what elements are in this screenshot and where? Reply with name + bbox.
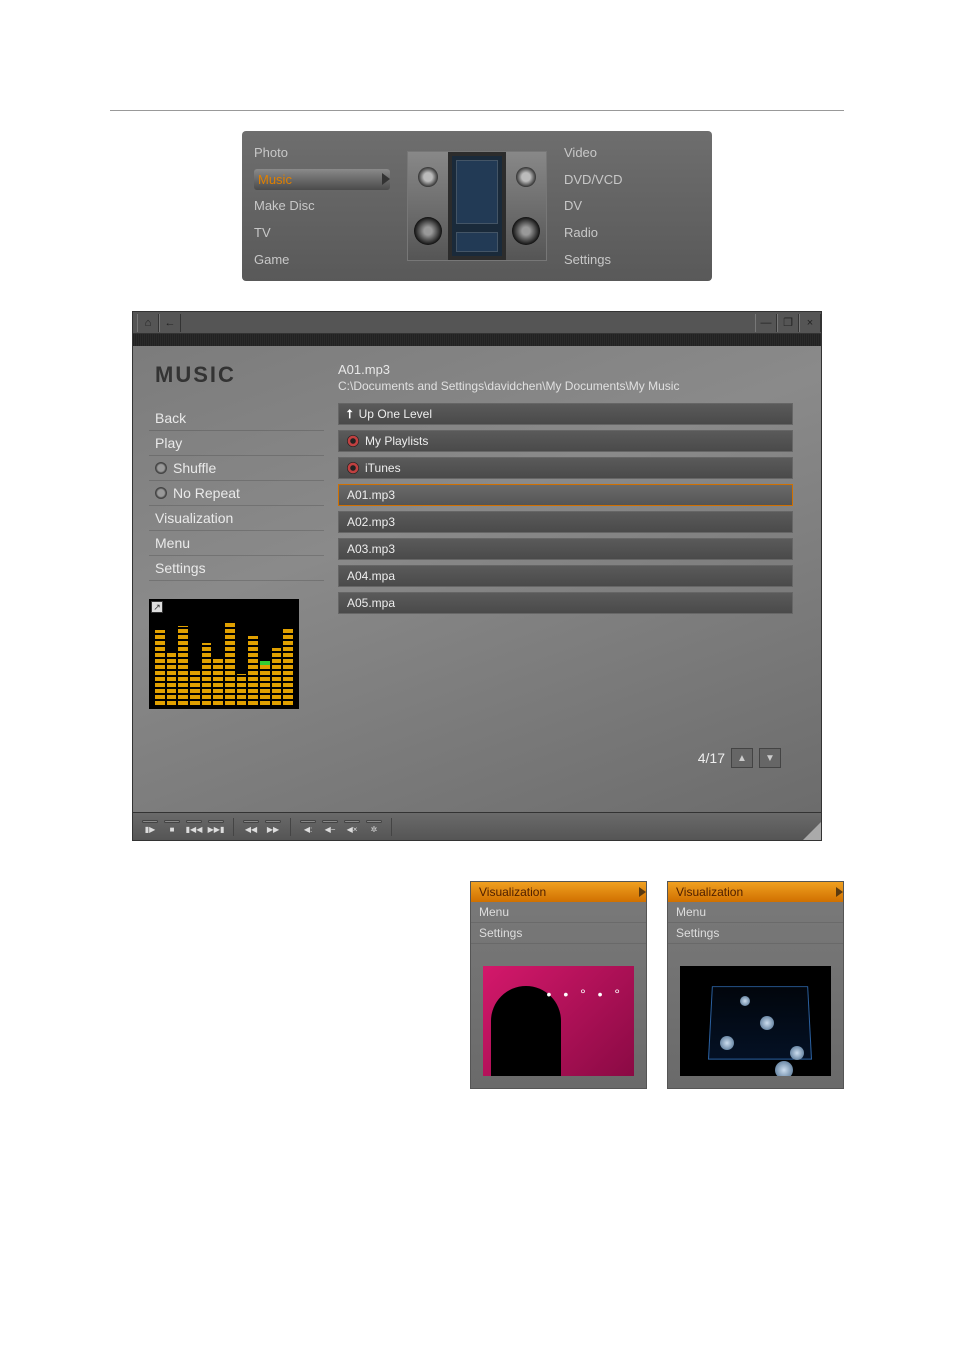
menu-makedisc[interactable]: Make Disc (254, 195, 390, 216)
list-item-itunes[interactable]: iTunes (338, 457, 793, 479)
fastforward-button[interactable]: ▶▶ (262, 818, 284, 836)
list-item-label: Up One Level (359, 407, 432, 421)
list-item-label: A04.mpa (347, 569, 395, 583)
side-menu-item[interactable]: Menu (149, 531, 324, 556)
list-item-up[interactable]: ⭡ Up One Level (338, 403, 793, 425)
resize-grip-icon[interactable] (803, 822, 821, 840)
page-down-icon[interactable]: ▼ (759, 748, 781, 768)
list-item-playlists[interactable]: My Playlists (338, 430, 793, 452)
expand-icon[interactable]: ↗ (151, 601, 163, 613)
viz-thumb-1[interactable] (483, 966, 634, 1076)
menu-radio[interactable]: Radio (564, 222, 700, 243)
vol-up-button[interactable]: ◀: (297, 818, 319, 836)
close-icon[interactable]: × (799, 314, 821, 332)
list-item-file[interactable]: A01.mp3 (338, 484, 793, 506)
list-item-label: A03.mp3 (347, 542, 395, 556)
viz-settings[interactable]: Settings (471, 923, 646, 944)
next-button[interactable]: ▶▶▮ (205, 818, 227, 836)
play-pause-button[interactable]: ▮▶ (139, 818, 161, 836)
restore-icon[interactable]: ❐ (777, 314, 799, 332)
menu-tv[interactable]: TV (254, 222, 390, 243)
shuffle-label: Shuffle (173, 460, 216, 476)
visualization-preview[interactable]: ↗ (149, 599, 299, 709)
pager-count: 4/17 (698, 750, 725, 766)
page-up-icon[interactable]: ▲ (731, 748, 753, 768)
disc-icon (347, 435, 359, 447)
home-main-menu: Photo Music Make Disc TV Game Video DVD/… (242, 131, 712, 281)
menu-dvdvcd[interactable]: DVD/VCD (564, 169, 700, 190)
list-item-label: A05.mpa (347, 596, 395, 610)
side-settings[interactable]: Settings (149, 556, 324, 581)
music-window: ⌂ ← — ❐ × Music Back Play Shuffle No Rep… (132, 311, 822, 841)
menu-music[interactable]: Music (254, 169, 390, 190)
rewind-button[interactable]: ◀◀ (240, 818, 262, 836)
side-norepeat[interactable]: No Repeat (149, 481, 324, 506)
transport-bar: ▮▶ ■ ▮◀◀ ▶▶▮ ◀◀ ▶▶ ◀: ◀− ◀× ✲ (133, 812, 821, 840)
prev-button[interactable]: ▮◀◀ (183, 818, 205, 836)
file-list: ⭡ Up One Level My Playlists iTunes A01.mp… (338, 403, 793, 614)
pager: 4/17 ▲ ▼ (698, 748, 781, 768)
list-item-label: My Playlists (365, 434, 428, 448)
side-menu: Back Play Shuffle No Repeat Visualizatio… (149, 406, 324, 581)
page-title: Music (149, 362, 324, 388)
vol-down-button[interactable]: ◀− (319, 818, 341, 836)
back-icon[interactable]: ← (159, 314, 181, 332)
viz-thumb-2[interactable] (680, 966, 831, 1076)
now-playing-file: A01.mp3 (338, 362, 793, 377)
vol-mute-button[interactable]: ◀× (341, 818, 363, 836)
menu-photo[interactable]: Photo (254, 142, 390, 163)
menu-video[interactable]: Video (564, 142, 700, 163)
menu-dv[interactable]: DV (564, 195, 700, 216)
viz-menu[interactable]: Menu (471, 902, 646, 923)
list-item-file[interactable]: A04.mpa (338, 565, 793, 587)
file-path: C:\Documents and Settings\davidchen\My D… (338, 379, 793, 393)
side-shuffle[interactable]: Shuffle (149, 456, 324, 481)
stereo-graphic (407, 151, 547, 261)
radio-icon (155, 487, 167, 499)
home-icon[interactable]: ⌂ (137, 314, 159, 332)
viz-settings[interactable]: Settings (668, 923, 843, 944)
disc-icon (347, 462, 359, 474)
viz-selected[interactable]: Visualization (668, 882, 843, 902)
minimize-icon[interactable]: — (755, 314, 777, 332)
side-play[interactable]: Play (149, 431, 324, 456)
list-item-label: A01.mp3 (347, 488, 395, 502)
side-visualization[interactable]: Visualization (149, 506, 324, 531)
list-item-file[interactable]: A05.mpa (338, 592, 793, 614)
side-back[interactable]: Back (149, 406, 324, 431)
titlebar: ⌂ ← — ❐ × (133, 312, 821, 334)
list-item-file[interactable]: A02.mp3 (338, 511, 793, 533)
viz-panel-2: Visualization Menu Settings (667, 881, 844, 1089)
up-arrow-icon: ⭡ (347, 407, 353, 422)
norepeat-label: No Repeat (173, 485, 240, 501)
list-item-label: iTunes (365, 461, 401, 475)
viz-menu[interactable]: Menu (668, 902, 843, 923)
config-button[interactable]: ✲ (363, 818, 385, 836)
menu-game[interactable]: Game (254, 249, 390, 270)
viz-panel-1: Visualization Menu Settings (470, 881, 647, 1089)
list-item-label: A02.mp3 (347, 515, 395, 529)
viz-selected[interactable]: Visualization (471, 882, 646, 902)
list-item-file[interactable]: A03.mp3 (338, 538, 793, 560)
menu-settings[interactable]: Settings (564, 249, 700, 270)
radio-icon (155, 462, 167, 474)
stop-button[interactable]: ■ (161, 818, 183, 836)
